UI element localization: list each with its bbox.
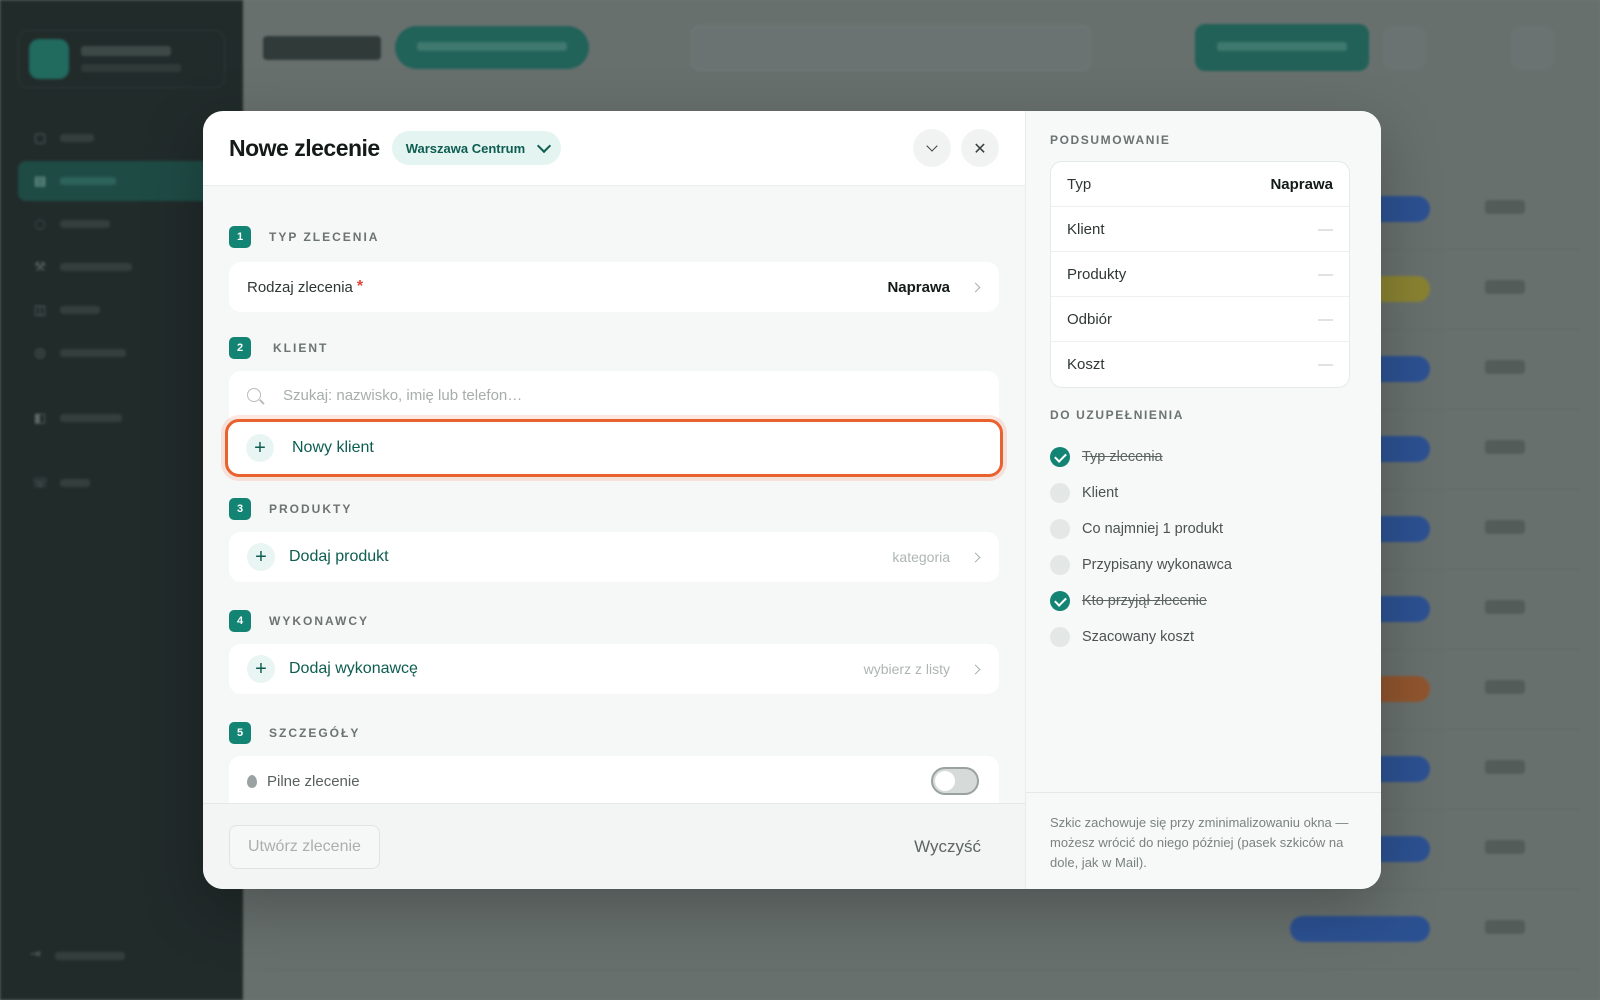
modal-header: Nowe zlecenie Warszawa Centrum ✕ (203, 111, 1025, 186)
summary-row-label: Produkty (1067, 265, 1127, 283)
todo-item: Typ zlecenia (1050, 439, 1232, 475)
branch-selector[interactable]: Warszawa Centrum (391, 131, 562, 165)
plus-icon: + (247, 543, 275, 571)
section-details-header: 5 SZCZEGÓŁY (229, 722, 360, 744)
branch-label: Warszawa Centrum (405, 140, 526, 156)
todo-list: Typ zlecenia Klient Co najmniej 1 produk… (1050, 439, 1232, 655)
chevron-down-icon (926, 140, 938, 152)
summary-row: Produkty — (1051, 252, 1349, 297)
section-title: SZCZEGÓŁY (269, 726, 361, 740)
add-product-row[interactable]: + Dodaj produkt kategoria (229, 532, 999, 582)
section-number: 4 (229, 610, 251, 632)
minimize-button[interactable] (913, 129, 951, 167)
summary-row-label: Odbiór (1067, 310, 1113, 328)
header-actions: ✕ (913, 129, 999, 167)
section-number: 1 (229, 226, 251, 248)
summary-row-value: Naprawa (1270, 175, 1333, 193)
chevron-right-icon (970, 552, 981, 562)
summary-row-label: Typ (1067, 175, 1092, 193)
search-icon (247, 388, 261, 402)
summary-row-value: — (1318, 220, 1333, 238)
urgent-order-row: Pilne zlecenie (229, 756, 999, 803)
plus-icon: + (247, 655, 275, 683)
todo-item-label: Przypisany wykonawca (1082, 557, 1232, 573)
order-type-field[interactable]: Rodzaj zlecenia * Naprawa (229, 262, 999, 312)
summary-row: Odbiór — (1051, 297, 1349, 342)
section-executors-header: 4 WYKONAWCY (229, 610, 369, 632)
summary-row-value: — (1318, 310, 1333, 328)
section-title: WYKONAWCY (269, 614, 369, 628)
draft-note: Szkic zachowuje się przy zminimalizowani… (1026, 792, 1381, 889)
summary-row: Typ Naprawa (1051, 162, 1349, 207)
drop-icon (247, 774, 257, 788)
close-button[interactable]: ✕ (961, 129, 999, 167)
section-title: KLIENT (273, 341, 329, 355)
check-icon (1050, 591, 1070, 611)
todo-item-label: Klient (1082, 485, 1119, 501)
todo-item-label: Co najmniej 1 produkt (1082, 521, 1224, 537)
todo-item: Kto przyjął zlecenie (1050, 583, 1232, 619)
todo-item-label: Typ zlecenia (1082, 449, 1163, 465)
todo-title: DO UZUPEŁNIENIA (1050, 408, 1185, 422)
plus-icon: + (246, 434, 274, 462)
summary-row-label: Koszt (1067, 356, 1105, 373)
todo-item: Klient (1050, 475, 1232, 511)
empty-circle-icon (1050, 519, 1070, 539)
summary-title: PODSUMOWANIE (1050, 133, 1171, 147)
summary-row-label: Klient (1067, 220, 1105, 238)
section-title: TYP ZLECENIA (269, 230, 380, 244)
todo-item: Co najmniej 1 produkt (1050, 511, 1232, 547)
summary-row-value: — (1318, 356, 1333, 373)
section-number: 5 (229, 722, 251, 744)
modal-body: 1 TYP ZLECENIA Rodzaj zlecenia * Naprawa… (203, 186, 1025, 803)
order-type-value: Naprawa (887, 278, 950, 296)
chevron-down-icon (537, 138, 552, 153)
add-product-label: Dodaj produkt (289, 548, 389, 565)
client-search-input[interactable] (283, 386, 981, 404)
client-search (229, 371, 999, 419)
modal-form-pane: Nowe zlecenie Warszawa Centrum ✕ 1 TYP Z… (203, 111, 1026, 889)
section-title: PRODUKTY (269, 502, 353, 516)
chevron-right-icon (970, 664, 981, 674)
section-type-header: 1 TYP ZLECENIA (229, 226, 379, 248)
summary-row-value: — (1318, 265, 1333, 283)
new-client-button[interactable]: + Nowy klient (225, 419, 1003, 477)
urgent-order-label: Pilne zlecenie (267, 772, 360, 790)
section-number: 2 (229, 337, 251, 359)
modal-title: Nowe zlecenie (229, 134, 380, 161)
summary-row: Klient — (1051, 207, 1349, 252)
required-mark: * (356, 278, 364, 295)
urgent-order-toggle[interactable] (931, 767, 979, 795)
empty-circle-icon (1050, 555, 1070, 575)
section-number: 3 (229, 498, 251, 520)
close-icon: ✕ (973, 138, 987, 158)
empty-circle-icon (1050, 483, 1070, 503)
clear-button[interactable]: Wyczyść (914, 837, 981, 857)
choose-from-list-hint: wybierz z listy (863, 661, 950, 677)
chevron-right-icon (970, 282, 981, 292)
modal-footer: Utwórz zlecenie Wyczyść (203, 803, 1025, 889)
section-client-header: 2 KLIENT (229, 337, 328, 359)
todo-item: Szacowany koszt (1050, 619, 1232, 655)
create-order-button[interactable]: Utwórz zlecenie (229, 824, 380, 869)
todo-item-label: Kto przyjął zlecenie (1082, 593, 1207, 609)
order-type-label: Rodzaj zlecenia (247, 278, 353, 296)
add-executor-label: Dodaj wykonawcę (289, 660, 418, 677)
category-hint: kategoria (892, 549, 950, 565)
empty-circle-icon (1050, 627, 1070, 647)
section-products-header: 3 PRODUKTY (229, 498, 352, 520)
new-order-modal: Nowe zlecenie Warszawa Centrum ✕ 1 TYP Z… (203, 111, 1381, 889)
todo-item: Przypisany wykonawca (1050, 547, 1232, 583)
summary-card: Typ Naprawa Klient — Produkty — Odbiór —… (1050, 161, 1350, 388)
check-icon (1050, 447, 1070, 467)
new-client-label: Nowy klient (292, 439, 374, 456)
summary-row: Koszt — (1051, 342, 1349, 387)
todo-item-label: Szacowany koszt (1082, 629, 1195, 645)
summary-pane: PODSUMOWANIE Typ Naprawa Klient — Produk… (1026, 111, 1381, 889)
add-executor-row[interactable]: + Dodaj wykonawcę wybierz z listy (229, 644, 999, 694)
